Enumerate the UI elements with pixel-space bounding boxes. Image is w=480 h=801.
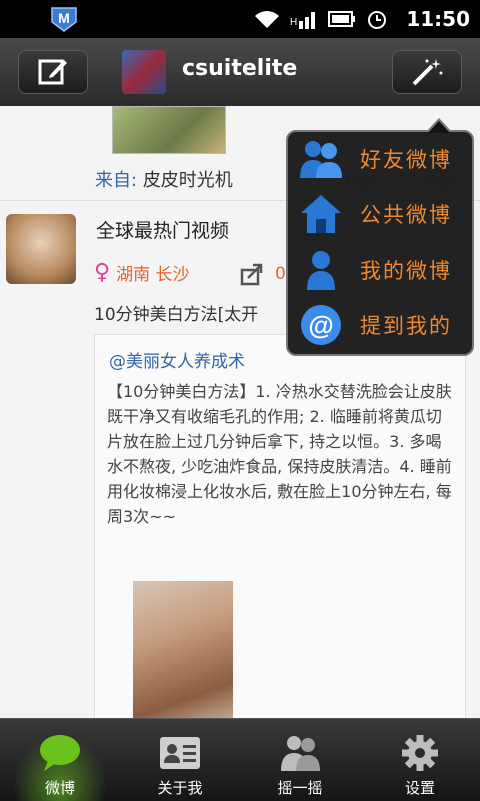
post-source: 来自: 皮皮时光机 <box>95 166 233 192</box>
menu-item-mentions[interactable]: @ 提到我的 <box>296 300 472 350</box>
female-icon: ♀ <box>94 260 111 285</box>
menu-item-label: 提到我的 <box>360 314 452 338</box>
app-shield-icon: M <box>51 7 77 32</box>
tab-about-me[interactable]: 关于我 <box>120 719 240 801</box>
home-icon <box>301 195 341 233</box>
person-icon <box>307 251 335 290</box>
gear-icon <box>402 735 438 771</box>
tab-shake[interactable]: 摇一摇 <box>240 719 360 801</box>
user-avatar[interactable] <box>122 50 166 94</box>
tab-label: 摇一摇 <box>277 779 323 797</box>
menu-item-label: 好友微博 <box>360 148 452 172</box>
menu-item-label: 公共微博 <box>360 203 452 227</box>
username: csuitelite <box>182 56 298 81</box>
menu-item-public[interactable]: 公共微博 <box>296 189 472 239</box>
location-text: 湖南 长沙 <box>116 265 190 285</box>
post-summary: 10分钟美白方法[太开 <box>94 305 259 325</box>
top-header: csuitelite <box>0 38 480 107</box>
compose-button[interactable] <box>18 50 88 94</box>
quoted-author[interactable]: @美丽女人养成术 <box>109 347 245 372</box>
signal-icon: H <box>290 12 315 29</box>
post-location: ♀ 湖南 长沙 <box>94 260 190 285</box>
share-icon[interactable] <box>240 262 266 286</box>
at-icon: @ <box>301 305 341 345</box>
people-icon <box>281 736 320 771</box>
menu-item-friends[interactable]: 好友微博 <box>296 134 472 184</box>
view-switch-menu: 好友微博 公共微博 我的微博 @ 提到我的 <box>286 118 474 356</box>
quoted-image[interactable] <box>133 581 233 718</box>
tab-label: 关于我 <box>157 779 203 797</box>
alarm-icon <box>368 11 386 29</box>
magic-wand-icon <box>412 59 443 86</box>
status-icons: H <box>254 9 388 29</box>
svg-text:H: H <box>290 17 297 28</box>
tab-weibo[interactable]: 微博 <box>0 719 120 801</box>
status-bar: M H 11:50 <box>0 0 480 38</box>
post-title: 全球最热门视频 <box>96 220 230 242</box>
tab-settings[interactable]: 设置 <box>360 719 480 801</box>
tab-label: 微博 <box>44 779 75 797</box>
post-author-avatar[interactable] <box>6 214 76 284</box>
source-label: 来自: <box>95 170 138 191</box>
status-time: 11:50 <box>406 7 470 31</box>
quoted-post[interactable]: @美丽女人养成术 【10分钟美白方法】1. 冷热水交替洗脸会让皮肤既干净又有收缩… <box>94 334 466 718</box>
source-name: 皮皮时光机 <box>142 170 233 191</box>
svg-text:@: @ <box>308 310 333 340</box>
menu-item-label: 我的微博 <box>360 259 452 283</box>
friends-icon <box>300 141 342 178</box>
quoted-text: 【10分钟美白方法】1. 冷热水交替洗脸会让皮肤既干净又有收缩毛孔的作用; 2.… <box>107 382 452 526</box>
chat-bubble-icon <box>40 735 80 771</box>
menu-item-mine[interactable]: 我的微博 <box>296 245 472 295</box>
svg-text:M: M <box>58 10 70 26</box>
post-extra: 0 <box>275 264 286 284</box>
wifi-icon <box>255 11 279 28</box>
tab-label: 设置 <box>404 779 435 797</box>
post-thumbnail[interactable] <box>112 106 226 154</box>
profile-card-icon <box>160 737 200 769</box>
compose-icon <box>38 59 67 85</box>
menu-button[interactable] <box>392 50 462 94</box>
bottom-tab-bar: 微博 关于我 摇一摇 设置 <box>0 718 480 801</box>
battery-icon <box>328 11 355 27</box>
